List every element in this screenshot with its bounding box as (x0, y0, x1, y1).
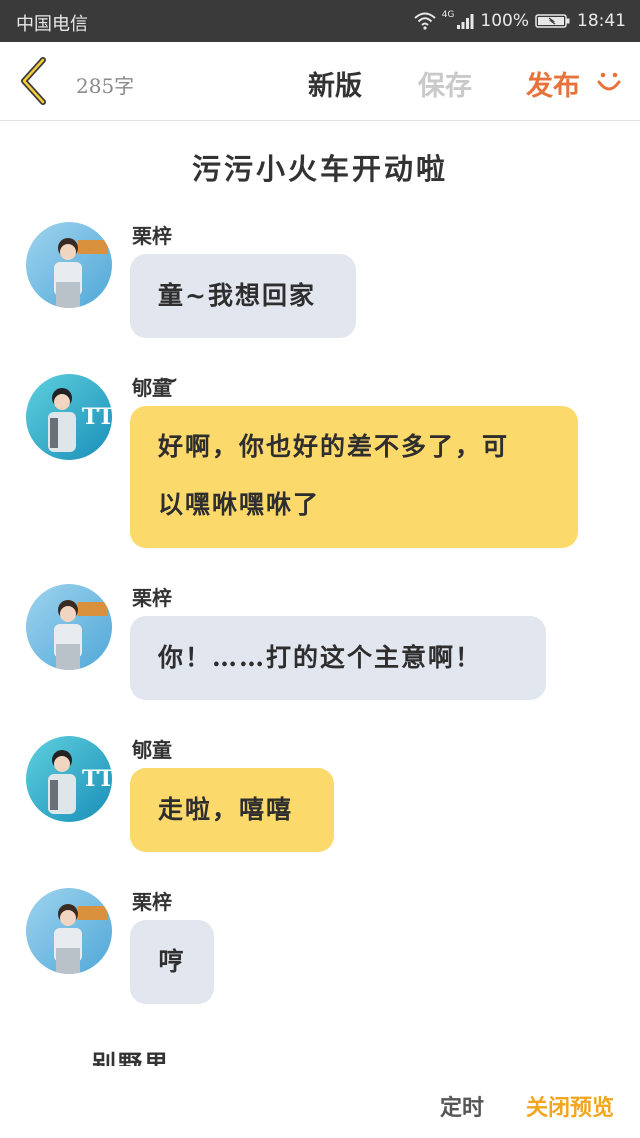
clock: 18:41 (577, 11, 626, 31)
message-text-line: 好啊，你也好的差不多了，可 (158, 432, 510, 461)
avatar-image (26, 222, 112, 308)
save-button[interactable]: 保存 (418, 64, 472, 103)
sender-name: 郇童 (132, 738, 172, 762)
sender-name: 栗梓 (132, 890, 172, 914)
message-bubble: 好啊，你也好的差不多了，可 以嘿咻嘿咻了 (130, 406, 578, 548)
message-text: 你！……打的这个主意啊！ (158, 643, 483, 672)
avatar-xuntong[interactable]: TT (26, 374, 112, 460)
status-bar: 中国电信 4G 100% 18:41 (0, 0, 640, 42)
message-text-line: 以嘿咻嘿咻了 (158, 490, 321, 519)
sender-name: 栗梓 (132, 224, 172, 248)
word-count: 285字 (76, 74, 135, 98)
publish-button[interactable]: 发布 (526, 64, 580, 103)
schedule-button[interactable]: 定时 (440, 1090, 484, 1122)
avatar-image (26, 584, 112, 670)
signal-icon (457, 14, 474, 29)
message-bubble: 哼 (130, 920, 214, 1004)
message-bubble: 童~我想回家~ (130, 254, 356, 394)
message-bubble: 你！……打的这个主意啊！ (130, 616, 546, 700)
back-button[interactable] (16, 56, 50, 106)
sender-name: 栗梓 (132, 586, 172, 610)
story-title: 污污小火车开动啦 (191, 152, 448, 186)
editor-toolbar: 285字 新版 保存 发布 (0, 42, 640, 121)
avatar-image: TT (26, 736, 112, 822)
message-bubble: 走啦，嘻嘻 (130, 768, 334, 852)
wifi-icon (414, 12, 436, 30)
carrier-name: 中国电信 (16, 14, 88, 35)
avatar-lizi[interactable] (26, 888, 112, 974)
chevron-left-icon (21, 57, 46, 105)
svg-text:TT: TT (82, 766, 112, 792)
sender-name: 郇童 (132, 376, 172, 400)
new-version-button[interactable]: 新版 (308, 64, 362, 103)
truncated-paragraph: 别野里 (92, 1049, 170, 1066)
avatar-lizi[interactable] (26, 584, 112, 670)
smile-icon[interactable] (594, 67, 624, 97)
battery-icon (535, 14, 570, 28)
avatar-image: TT (26, 374, 112, 460)
avatar-image (26, 888, 112, 974)
message-text: 走啦，嘻嘻 (158, 795, 294, 824)
avatar-lizi[interactable] (26, 222, 112, 308)
message-text: 哼 (158, 947, 186, 976)
network-type: 4G (441, 10, 455, 20)
status-icons: 4G 100% 18:41 (414, 10, 626, 32)
close-preview-button[interactable]: 关闭预览 (526, 1090, 614, 1122)
avatar-xuntong[interactable]: TT (26, 736, 112, 822)
svg-text:TT: TT (82, 404, 112, 430)
battery-percent: 100% (480, 11, 529, 31)
message-text: 童~我想回家~ (158, 281, 316, 394)
